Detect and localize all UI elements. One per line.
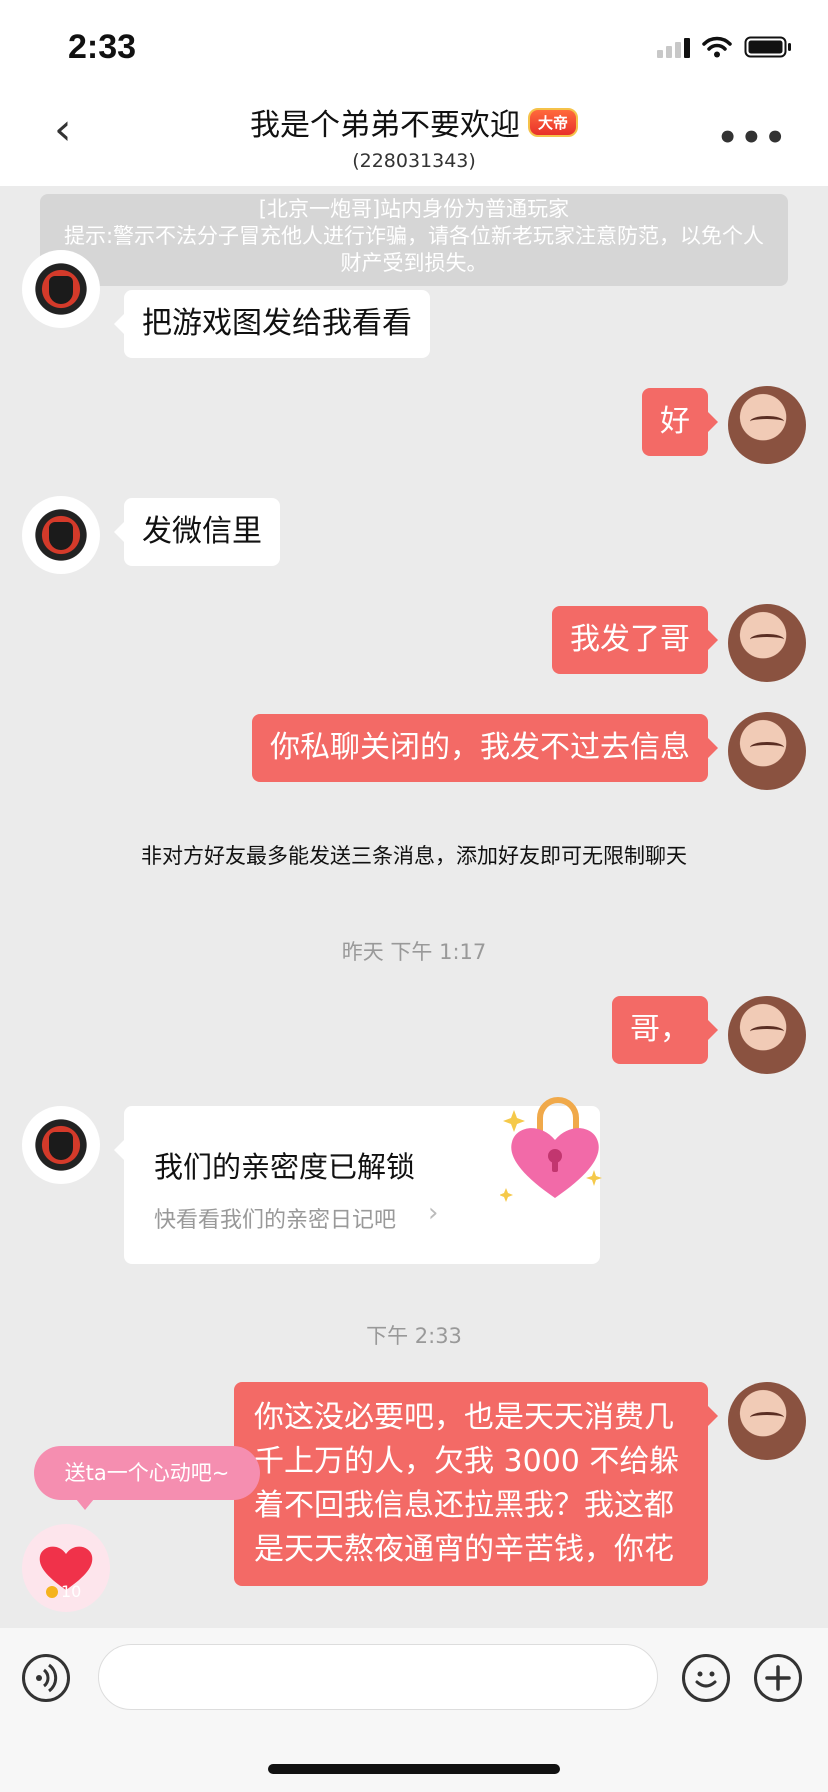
gift-count-text: 10 — [61, 1582, 82, 1601]
status-icons — [657, 36, 792, 58]
status-time: 2:33 — [68, 28, 137, 66]
chat-title: 我是个弟弟不要欢迎 大帝 — [250, 100, 578, 144]
rank-badge: 大帝 — [527, 107, 578, 137]
user-id: (228031343) — [352, 150, 476, 172]
timestamp: 昨天 下午 1:17 — [341, 940, 487, 964]
voice-icon[interactable] — [22, 1654, 70, 1702]
message-bubble[interactable]: 好 — [642, 388, 718, 456]
chevron-right-icon: › — [428, 1198, 439, 1228]
gift-cost: 10 — [46, 1582, 81, 1601]
avatar[interactable] — [728, 712, 806, 790]
message-text: 把游戏图发给我看看 — [142, 306, 412, 341]
message-text: 我发了哥 — [570, 622, 690, 657]
message-bubble[interactable]: 把游戏图发给我看看 — [114, 290, 430, 358]
notice-text: [北京一炮哥]站内身份为普通玩家 提示:警示不法分子冒充他人进行诈骗，请各位新老… — [63, 197, 765, 275]
gift-prompt[interactable]: 送ta一个心动吧~ — [34, 1446, 260, 1510]
avatar[interactable] — [22, 1106, 100, 1184]
message-text: 好 — [660, 404, 690, 439]
home-indicator[interactable] — [268, 1764, 560, 1774]
message-text: 你私聊关闭的，我发不过去信息 — [270, 730, 690, 765]
avatar[interactable] — [22, 496, 100, 574]
message-bubble[interactable]: 你这没必要吧，也是天天消费几千上万的人，欠我 3000 不给躲着不回我信息还拉黑… — [234, 1382, 718, 1586]
avatar[interactable] — [728, 996, 806, 1074]
heart-lock-icon — [500, 1097, 602, 1202]
input-bar — [0, 1628, 828, 1792]
battery-icon — [744, 36, 791, 58]
chat-header: ‹ 我是个弟弟不要欢迎 大帝 (228031343) ••• — [0, 90, 828, 186]
chat-title-area: 我是个弟弟不要欢迎 大帝 (228031343) — [0, 100, 828, 172]
coin-icon — [46, 1585, 58, 1598]
timestamp: 下午 2:33 — [366, 1324, 462, 1348]
message-bubble[interactable]: 我发了哥 — [552, 606, 718, 674]
message-bubble[interactable]: 发微信里 — [114, 498, 280, 566]
plus-icon[interactable] — [754, 1654, 802, 1702]
status-bar: 2:33 — [0, 0, 828, 90]
avatar[interactable] — [22, 250, 100, 328]
safety-notice: [北京一炮哥]站内身份为普通玩家 提示:警示不法分子冒充他人进行诈骗，请各位新老… — [40, 194, 788, 286]
message-text: 发微信里 — [142, 514, 262, 549]
message-bubble[interactable]: 哥， — [612, 996, 718, 1064]
more-dots-icon[interactable]: ••• — [717, 118, 788, 158]
message-text: 你这没必要吧，也是天天消费几千上万的人，欠我 3000 不给躲着不回我信息还拉黑… — [254, 1400, 680, 1567]
card-title: 我们的亲密度已解锁 — [154, 1150, 416, 1184]
message-text: 哥， — [630, 1012, 690, 1047]
wifi-icon — [702, 36, 732, 58]
avatar[interactable] — [728, 604, 806, 682]
card-subtitle: 快看看我们的亲密日记吧 — [154, 1208, 397, 1233]
message-bubble[interactable]: 你私聊关闭的，我发不过去信息 — [252, 714, 718, 782]
contact-name: 我是个弟弟不要欢迎 — [249, 108, 520, 143]
message-input[interactable] — [98, 1644, 658, 1710]
emoji-icon[interactable] — [682, 1654, 730, 1702]
signal-icon — [657, 36, 690, 58]
avatar[interactable] — [728, 1382, 806, 1460]
avatar[interactable] — [728, 386, 806, 464]
system-notice: 非对方好友最多能发送三条消息，添加好友即可无限制聊天 — [141, 844, 687, 868]
